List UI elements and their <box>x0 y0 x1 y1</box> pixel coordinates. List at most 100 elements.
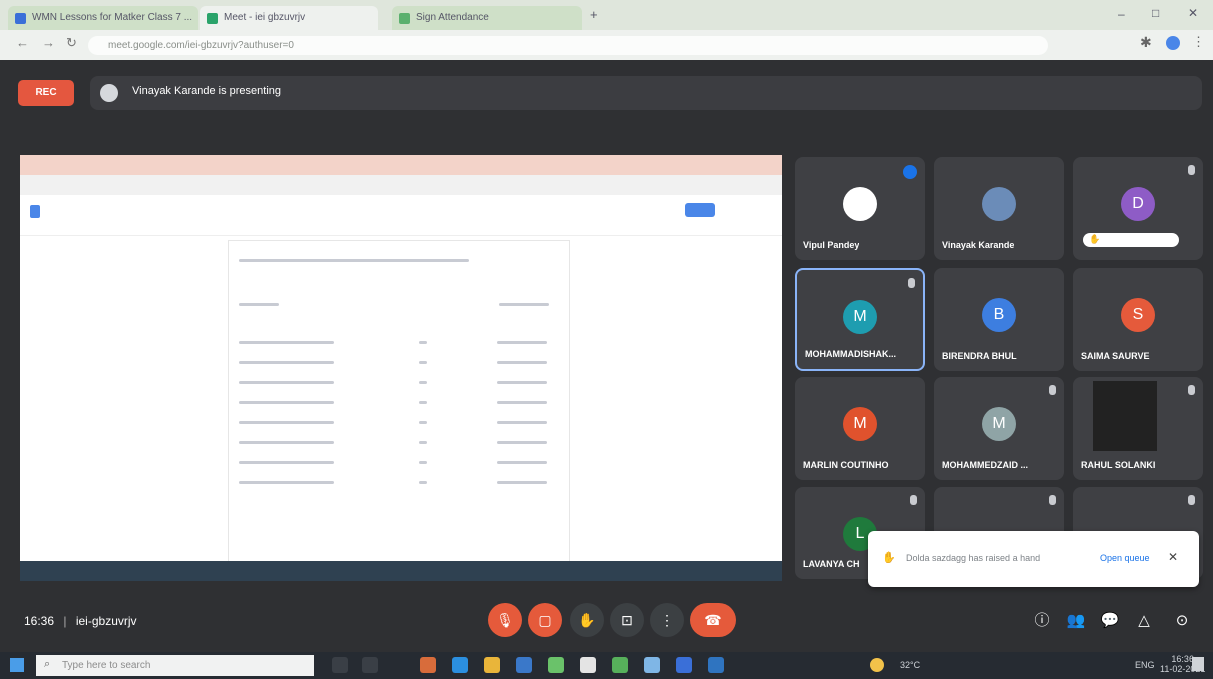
participant-tile[interactable]: S SAIMA SAURVE <box>1073 268 1203 371</box>
raise-hand-button[interactable]: ✋ <box>570 603 604 637</box>
extension-icon[interactable]: ✱ <box>1140 34 1152 51</box>
browser-tab-lessons[interactable]: WMN Lessons for Matker Class 7 ... <box>8 6 198 30</box>
new-tab-icon[interactable]: + <box>590 7 598 22</box>
app-icon[interactable] <box>676 657 692 673</box>
search-placeholder: Type here to search <box>62 660 151 671</box>
participant-name: Vinayak Karande <box>942 240 1015 250</box>
chrome-icon[interactable] <box>548 657 564 673</box>
mic-muted-icon <box>908 278 915 288</box>
presenting-text: Vinayak Karande is presenting <box>132 85 282 97</box>
shared-responses-panel <box>228 240 570 562</box>
task-view-icon[interactable] <box>362 657 378 673</box>
present-button[interactable]: ⊡ <box>610 603 644 637</box>
meet-favicon-icon <box>207 13 218 24</box>
participant-tile[interactable]: Vipul Pandey <box>795 157 925 260</box>
participant-tile[interactable]: RAHUL SOLANKI <box>1073 377 1203 480</box>
raised-hand-chip: ✋ <box>1083 233 1179 247</box>
search-icon: ⌕ <box>44 658 51 670</box>
minimize-icon[interactable]: – <box>1118 7 1125 21</box>
participant-name: RAHUL SOLANKI <box>1081 460 1156 470</box>
app-icon[interactable] <box>612 657 628 673</box>
edge-icon[interactable] <box>452 657 468 673</box>
participant-name: BIRENDRA BHUL <box>942 351 1017 361</box>
participant-avatar: M <box>982 407 1016 441</box>
language-indicator[interactable]: ENG <box>1135 660 1155 670</box>
app-icon[interactable] <box>580 657 596 673</box>
tab-label: Meet - iei gbzuvrjv <box>224 12 306 23</box>
profile-avatar[interactable] <box>1166 36 1180 50</box>
app-icon[interactable] <box>420 657 436 673</box>
maximize-icon[interactable]: □ <box>1152 6 1159 20</box>
tab-favicon-icon <box>15 13 26 24</box>
participant-avatar: B <box>982 298 1016 332</box>
host-controls-icon[interactable]: ⊙ <box>1170 609 1194 633</box>
url-field[interactable]: meet.google.com/iei-gbzuvrjv?authuser=0 <box>88 36 1048 55</box>
open-queue-button[interactable]: Open queue <box>1100 553 1150 563</box>
taskbar-search-input[interactable]: Type here to search <box>36 655 314 676</box>
activities-icon[interactable]: △ <box>1132 609 1156 633</box>
participant-name: Vipul Pandey <box>803 240 860 250</box>
mic-muted-icon <box>1188 165 1195 175</box>
participant-name: LAVANYA CH <box>803 559 860 569</box>
participant-photo <box>843 187 877 221</box>
hand-icon: ✋ <box>1089 234 1101 244</box>
weather-icon <box>870 658 884 672</box>
shared-taskbar <box>20 561 782 581</box>
participant-tile[interactable]: D ✋ <box>1073 157 1203 260</box>
browser-tab-bar: WMN Lessons for Matker Class 7 ... Meet … <box>0 0 1213 30</box>
temperature: 32°C <box>900 660 921 670</box>
participant-name: SAIMA SAURVE <box>1081 351 1150 361</box>
mic-muted-icon <box>1049 385 1056 395</box>
people-icon[interactable]: 👥 <box>1064 609 1088 633</box>
close-toast-icon[interactable]: ✕ <box>1168 550 1178 564</box>
more-options-button[interactable]: ⋮ <box>650 603 684 637</box>
docs-logo-icon <box>30 205 40 218</box>
browser-tab-meet[interactable]: Meet - iei gbzuvrjv <box>200 6 378 30</box>
back-icon[interactable]: ← <box>16 35 29 50</box>
participant-avatar: D <box>1121 187 1155 221</box>
windows-start-icon[interactable] <box>10 658 24 672</box>
participant-tile[interactable]: M MARLIN COUTINHO <box>795 377 925 480</box>
participant-avatar: M <box>843 407 877 441</box>
participant-photo <box>982 187 1016 221</box>
notification-icon[interactable] <box>1192 657 1204 671</box>
tab-label: Sign Attendance <box>416 12 489 23</box>
participant-tile[interactable]: M MOHAMMADISHAK... <box>795 268 925 371</box>
presenter-avatar <box>100 84 118 102</box>
mic-toggle-button[interactable]: 🎙 <box>488 603 522 637</box>
forward-icon[interactable]: → <box>42 35 55 50</box>
recording-badge: REC <box>18 80 74 106</box>
app-icon[interactable] <box>644 657 660 673</box>
participant-avatar: S <box>1121 298 1155 332</box>
close-window-icon[interactable]: ✕ <box>1188 6 1198 20</box>
browser-tab-attendance[interactable]: Sign Attendance <box>392 6 582 30</box>
participant-name: MOHAMMEDZAID ... <box>942 460 1028 470</box>
participant-video <box>1093 381 1157 451</box>
chat-icon[interactable]: 💬 <box>1098 609 1122 633</box>
shared-browser-tabs <box>20 155 782 175</box>
store-icon[interactable] <box>516 657 532 673</box>
file-explorer-icon[interactable] <box>484 657 500 673</box>
mic-muted-icon <box>1188 495 1195 505</box>
camera-toggle-button[interactable]: ▢ <box>528 603 562 637</box>
participant-name: MOHAMMADISHAK... <box>805 349 896 359</box>
leave-call-button[interactable]: ☎ <box>690 603 736 637</box>
app-icon[interactable] <box>708 657 724 673</box>
participant-tile[interactable]: M MOHAMMEDZAID ... <box>934 377 1064 480</box>
menu-icon[interactable]: ⋮ <box>1192 34 1205 50</box>
meeting-info-icon[interactable]: ⓘ <box>1030 609 1054 633</box>
meeting-code: iei-gbzuvrjv <box>75 614 137 628</box>
toast-message: Dolda sazdagg has raised a hand <box>906 553 1041 563</box>
rec-label: REC <box>35 87 57 98</box>
tab-label: WMN Lessons for Matker Class 7 ... <box>32 12 193 23</box>
shared-doc-header <box>20 195 782 236</box>
participant-name: MARLIN COUTINHO <box>803 460 889 470</box>
participant-tile[interactable]: B BIRENDRA BHUL <box>934 268 1064 371</box>
mic-muted-icon <box>1049 495 1056 505</box>
cortana-icon[interactable] <box>332 657 348 673</box>
shared-send-button <box>685 203 715 217</box>
speaking-indicator-icon <box>903 165 917 179</box>
reload-icon[interactable]: ↻ <box>66 35 77 51</box>
participant-tile[interactable]: Vinayak Karande <box>934 157 1064 260</box>
tab-favicon-icon <box>399 13 410 24</box>
